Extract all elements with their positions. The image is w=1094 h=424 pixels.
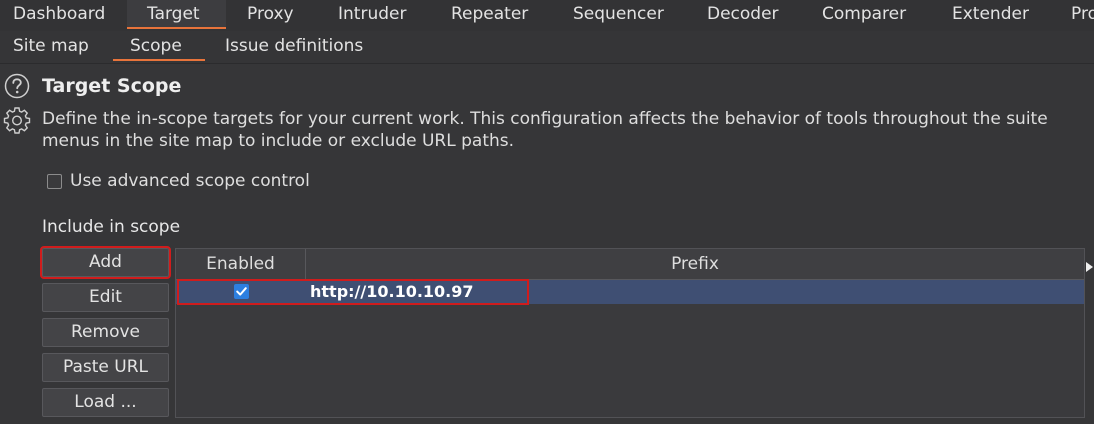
add-button[interactable]: Add xyxy=(40,246,171,279)
tab-decoder[interactable]: Decoder xyxy=(690,0,804,29)
include-scope-table[interactable]: Enabled Prefix http://10.10.10.97 xyxy=(175,248,1085,418)
tab-intruder[interactable]: Intruder xyxy=(320,0,433,29)
subtab-issue-definitions[interactable]: Issue definitions xyxy=(206,31,386,61)
column-header-enabled[interactable]: Enabled xyxy=(176,249,306,279)
advanced-scope-checkbox[interactable] xyxy=(47,174,62,189)
tab-comparer[interactable]: Comparer xyxy=(805,0,934,29)
load-button[interactable]: Load ... xyxy=(42,388,169,417)
page-title: Target Scope xyxy=(42,75,182,97)
scope-description: Define the in-scope targets for your cur… xyxy=(42,108,1094,152)
column-header-prefix[interactable]: Prefix xyxy=(306,249,1084,279)
description-line-1: Define the in-scope targets for your cur… xyxy=(42,109,1048,129)
tab-target[interactable]: Target xyxy=(127,0,226,29)
target-scope-panel: Target Scope Define the in-scope targets… xyxy=(0,64,1094,424)
tab-dashboard[interactable]: Dashboard xyxy=(0,0,126,29)
gear-icon[interactable] xyxy=(3,106,31,134)
edit-button[interactable]: Edit xyxy=(42,283,169,312)
tab-project-options[interactable]: Pro xyxy=(1053,0,1094,29)
table-header: Enabled Prefix xyxy=(176,249,1084,280)
include-in-scope-heading: Include in scope xyxy=(42,217,181,237)
help-icon[interactable] xyxy=(4,73,30,99)
row-highlight-box xyxy=(177,279,529,305)
advanced-scope-label: Use advanced scope control xyxy=(70,171,310,191)
paste-url-button[interactable]: Paste URL xyxy=(42,353,169,382)
tab-proxy[interactable]: Proxy xyxy=(227,0,319,29)
remove-button[interactable]: Remove xyxy=(42,318,169,347)
description-line-2: menus in the site map to include or excl… xyxy=(42,131,515,151)
tab-repeater[interactable]: Repeater xyxy=(434,0,554,29)
tab-extender[interactable]: Extender xyxy=(935,0,1052,29)
subtab-site-map[interactable]: Site map xyxy=(0,31,112,61)
expand-arrow-icon[interactable] xyxy=(1086,262,1093,272)
subtab-scope[interactable]: Scope xyxy=(113,31,205,61)
sub-tab-bar: Site map Scope Issue definitions xyxy=(0,31,1094,64)
tab-sequencer[interactable]: Sequencer xyxy=(555,0,689,29)
main-tab-bar: Dashboard Target Proxy Intruder Repeater… xyxy=(0,0,1094,32)
